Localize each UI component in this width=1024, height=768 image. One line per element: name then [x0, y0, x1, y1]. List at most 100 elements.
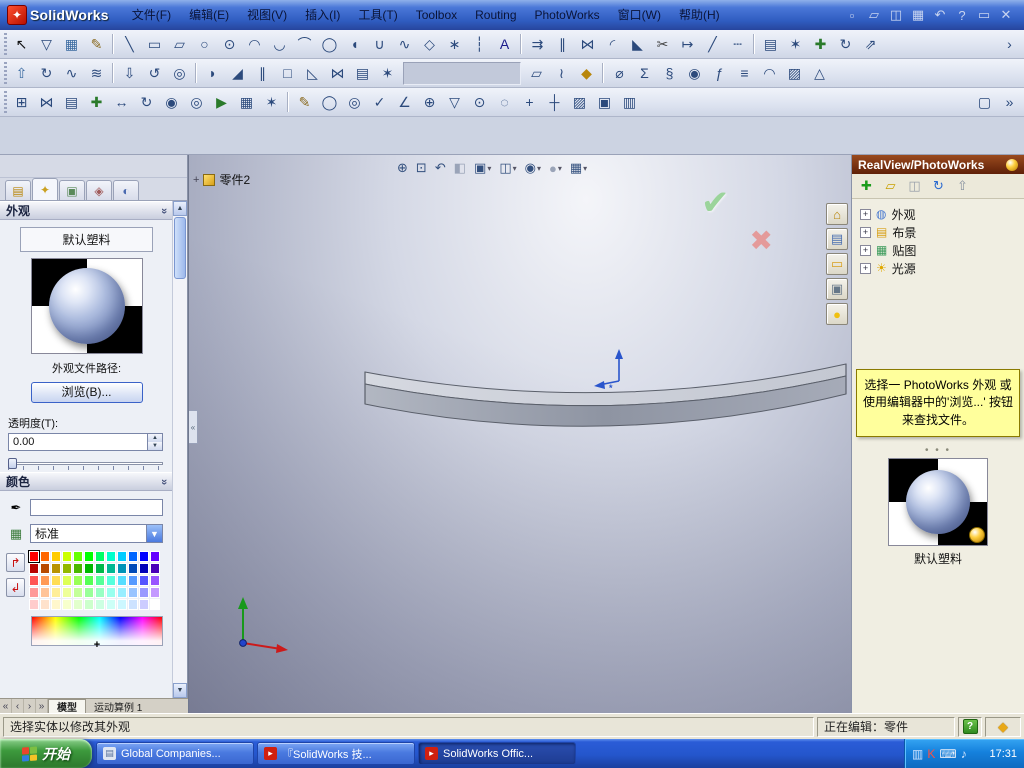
- color-swatch[interactable]: [84, 551, 94, 562]
- solidworks-resources-tab[interactable]: ⌂: [826, 203, 848, 225]
- point-icon[interactable]: ∗: [443, 33, 466, 56]
- configurationmanager-tab[interactable]: ▣: [59, 180, 85, 200]
- circular-sketch-pattern-icon[interactable]: ✶: [784, 33, 807, 56]
- appearance-thumbnail[interactable]: [888, 458, 988, 547]
- color-swatch[interactable]: [40, 599, 50, 610]
- section-properties-icon[interactable]: §: [658, 62, 681, 85]
- color-swatch[interactable]: [117, 551, 127, 562]
- chamfer-icon[interactable]: ◢: [226, 62, 249, 85]
- toolbar-overflow-icon[interactable]: »: [998, 91, 1021, 114]
- scrollbar-thumb[interactable]: [174, 217, 186, 279]
- datum-target-icon[interactable]: ⊙: [468, 91, 491, 114]
- color-swatch[interactable]: [139, 587, 149, 598]
- swept-boss-icon[interactable]: ∿: [60, 62, 83, 85]
- prev-tab-button[interactable]: ‹: [12, 699, 24, 713]
- panel-collapse-handle[interactable]: «: [189, 410, 198, 444]
- three-point-arc-icon[interactable]: ⌒: [293, 33, 316, 56]
- sensor-icon[interactable]: ◉: [683, 62, 706, 85]
- move-component-icon[interactable]: ↔: [110, 91, 133, 114]
- scrollbar-track[interactable]: [173, 280, 187, 683]
- partial-ellipse-icon[interactable]: ◖: [343, 33, 366, 56]
- linear-component-pattern-icon[interactable]: ▤: [60, 91, 83, 114]
- remove-swatch-button[interactable]: ↲: [6, 578, 25, 597]
- color-swatch[interactable]: [117, 599, 127, 610]
- revolved-boss-icon[interactable]: ↻: [35, 62, 58, 85]
- color-swatch[interactable]: [95, 599, 105, 610]
- revision-table-icon[interactable]: ▥: [618, 91, 641, 114]
- centerpoint-arc-icon[interactable]: ◠: [243, 33, 266, 56]
- parallelogram-icon[interactable]: ▱: [168, 33, 191, 56]
- taskbar-clock[interactable]: 17:31: [989, 748, 1017, 760]
- scale-entities-icon[interactable]: ⇗: [859, 33, 882, 56]
- rib-icon[interactable]: ∥: [251, 62, 274, 85]
- measure-icon[interactable]: ⌀: [608, 62, 631, 85]
- parabola-icon[interactable]: ∪: [368, 33, 391, 56]
- hole-callout-icon[interactable]: ◌: [493, 91, 516, 114]
- color-swatch[interactable]: [139, 551, 149, 562]
- color-swatch[interactable]: [51, 599, 61, 610]
- linear-sketch-pattern-icon[interactable]: ▤: [759, 33, 782, 56]
- color-swatch[interactable]: [62, 587, 72, 598]
- color-standard-select[interactable]: 标准 ▼: [30, 524, 163, 543]
- color-swatch[interactable]: [139, 599, 149, 610]
- extruded-cut-icon[interactable]: ⇩: [118, 62, 141, 85]
- mirror-feature-icon[interactable]: ⋈: [326, 62, 349, 85]
- save-icon[interactable]: ◫: [886, 5, 906, 25]
- offset-entities-icon[interactable]: ∥: [551, 33, 574, 56]
- color-swatch[interactable]: [84, 563, 94, 574]
- color-swatch[interactable]: [40, 563, 50, 574]
- geometric-tolerance-icon[interactable]: ⊕: [418, 91, 441, 114]
- expand-icon[interactable]: +: [860, 262, 871, 274]
- expand-icon[interactable]: +: [860, 208, 871, 220]
- zebra-stripes-icon[interactable]: ▨: [783, 62, 806, 85]
- color-swatch[interactable]: [95, 587, 105, 598]
- sketch-icon[interactable]: ✎: [85, 33, 108, 56]
- draft-icon[interactable]: ◺: [301, 62, 324, 85]
- smart-fasteners-icon[interactable]: ✚: [85, 91, 108, 114]
- taskbar-task-2[interactable]: ▸ 『SolidWorks 技...: [257, 742, 415, 765]
- color-swatch[interactable]: [62, 551, 72, 562]
- tree-item[interactable]: + ☀ 光源: [854, 259, 1022, 277]
- center-mark-icon[interactable]: +: [518, 91, 541, 114]
- menu-toolbox[interactable]: Toolbox: [407, 0, 466, 30]
- rectangle-icon[interactable]: ▭: [143, 33, 166, 56]
- color-swatch[interactable]: [29, 587, 39, 598]
- shell-icon[interactable]: □: [276, 62, 299, 85]
- collapse-section-icon[interactable]: »: [158, 207, 170, 213]
- color-swatch[interactable]: [51, 551, 61, 562]
- extend-entities-icon[interactable]: ↦: [676, 33, 699, 56]
- move-entities-icon[interactable]: ✚: [809, 33, 832, 56]
- color-swatch[interactable]: [117, 587, 127, 598]
- color-swatch[interactable]: [51, 575, 61, 586]
- new-motion-study-icon[interactable]: ▶: [210, 91, 233, 114]
- featuremanager-tab[interactable]: ▤: [5, 180, 31, 200]
- surface-finish-icon[interactable]: ✓: [368, 91, 391, 114]
- rotate-component-icon[interactable]: ↻: [135, 91, 158, 114]
- color-swatch[interactable]: [128, 563, 138, 574]
- color-swatch[interactable]: [62, 599, 72, 610]
- toolbar-grip[interactable]: [4, 33, 7, 55]
- sketch-fillet-icon[interactable]: ◜: [601, 33, 624, 56]
- split-entities-icon[interactable]: ╱: [701, 33, 724, 56]
- photoworks-items-tab[interactable]: ●: [826, 303, 848, 325]
- color-swatch[interactable]: [73, 563, 83, 574]
- color-swatch[interactable]: [95, 575, 105, 586]
- color-swatch[interactable]: [84, 599, 94, 610]
- color-swatch[interactable]: [128, 551, 138, 562]
- appearance-section-header[interactable]: 外观 »: [0, 201, 173, 220]
- motion-study-tab[interactable]: 运动算例 1: [86, 699, 150, 714]
- fullscreen-icon[interactable]: ▢: [973, 91, 996, 114]
- color-swatch[interactable]: [117, 575, 127, 586]
- color-swatch[interactable]: [62, 563, 72, 574]
- help-icon[interactable]: ?: [952, 5, 972, 25]
- color-swatch[interactable]: [40, 587, 50, 598]
- color-swatch[interactable]: [51, 587, 61, 598]
- selection-filter-icon[interactable]: ▽: [35, 33, 58, 56]
- color-swatch[interactable]: [29, 575, 39, 586]
- close-icon[interactable]: ✕: [996, 5, 1016, 25]
- taskbar-task-1[interactable]: ▤ Global Companies...: [96, 742, 254, 765]
- first-tab-button[interactable]: «: [0, 699, 12, 713]
- color-section-header[interactable]: 颜色 »: [0, 472, 173, 491]
- menu-help[interactable]: 帮助(H): [670, 0, 729, 30]
- color-swatch[interactable]: [95, 551, 105, 562]
